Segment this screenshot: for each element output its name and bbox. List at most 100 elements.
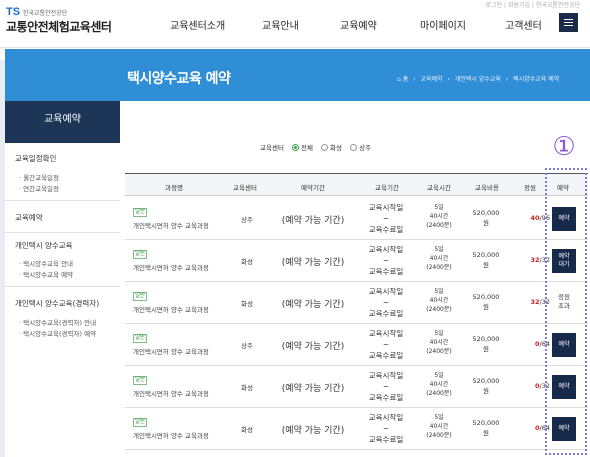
hours-days: 5일 xyxy=(434,330,444,337)
sidebar-divider xyxy=(5,286,120,287)
booking-period: (예약 가능 기간) xyxy=(281,384,345,394)
nav-item-center-intro[interactable]: 교육센터소개 xyxy=(170,17,225,32)
edu-start: 교육시작일 xyxy=(368,371,404,380)
edu-tilde: ~ xyxy=(382,214,390,223)
sidebar-sub-experienced-info[interactable]: · 택시양수교육(경력자) 안내 xyxy=(19,317,96,327)
fee-amount: 520,000 xyxy=(472,209,500,217)
sidebar-sub-experienced-booking[interactable]: · 택시양수교육(경력자) 예약 xyxy=(19,328,96,338)
center-name: 상주 xyxy=(241,342,253,350)
edu-end: 교육수료일 xyxy=(368,267,404,276)
edu-start: 교육시작일 xyxy=(368,329,404,338)
table-row: 일반 개인택시면허 양수 교육과정 화성 (예약 가능 기간) 교육시작일 ~ 교육수료일 5… xyxy=(125,240,588,282)
edu-tilde: ~ xyxy=(382,256,390,265)
table-row: 일반 개인택시면허 양수 교육과정 화성 (예약 가능 기간) 교육시작일 ~ 교육수료일 5… xyxy=(125,282,588,324)
sidebar-sub-taxi-info[interactable]: · 택시양수교육 안내 xyxy=(19,258,73,268)
course-type-badge: 일반 xyxy=(133,334,148,343)
edu-start: 교육시작일 xyxy=(368,287,404,296)
edu-end: 교육수료일 xyxy=(368,225,404,234)
course-name: 개인택시면허 양수 교육과정 xyxy=(133,264,209,272)
utility-links[interactable]: 로그인 | 회원가입 | 한국교통안전공단 xyxy=(486,0,580,9)
breadcrumb-current: 택시양수교육 예약 xyxy=(513,76,560,83)
breadcrumb-taxi-course[interactable]: 개인택시 양수교육 xyxy=(455,76,501,83)
course-name: 개인택시면허 양수 교육과정 xyxy=(133,348,209,356)
breadcrumb-separator: › xyxy=(505,76,509,83)
fee-unit: 원 xyxy=(483,219,489,227)
logo-subtitle: 한국교통안전공단 xyxy=(23,10,68,17)
hours-minutes: (2400분) xyxy=(426,390,452,397)
col-center: 교육센터 xyxy=(233,184,257,192)
capacity: 32/32 xyxy=(508,298,550,306)
center-name: 상주 xyxy=(241,216,253,224)
center-filter: 교육센터 전체 화성 상주 xyxy=(260,142,371,152)
hours-minutes: (2400분) xyxy=(426,348,452,355)
breadcrumb-edu-booking[interactable]: 교육예약 xyxy=(421,76,443,83)
edu-start: 교육시작일 xyxy=(368,245,404,254)
capacity-current: 32 xyxy=(530,256,540,264)
hours-total: 40시간 xyxy=(429,423,449,430)
breadcrumb-separator: › xyxy=(413,76,416,83)
hours-total: 40시간 xyxy=(429,255,449,262)
page-banner: 택시양수교육 예약 ⌂ 홈 › 교육예약 › 개인택시 양수교육 › 택시양수교… xyxy=(5,49,590,101)
edu-period: 교육시작일 ~ 교육수료일 xyxy=(357,244,415,277)
edu-fee: 520,000 원 xyxy=(466,292,506,312)
hours-total: 40시간 xyxy=(429,297,449,304)
sidebar-item-schedule[interactable]: 교육일정확인 xyxy=(15,153,56,164)
booking-period: (예약 가능 기간) xyxy=(281,300,345,310)
nav-item-edu-booking[interactable]: 교육예약 xyxy=(340,17,377,32)
radio-hwaseong[interactable] xyxy=(321,144,329,151)
table-row: 일반 개인택시면허 양수 교육과정 상주 (예약 가능 기간) 교육시작일 ~ 교육수료일 5… xyxy=(125,324,588,366)
fee-unit: 원 xyxy=(483,429,489,437)
fee-unit: 원 xyxy=(483,303,489,311)
fee-unit: 원 xyxy=(483,387,489,395)
hours-total: 40시간 xyxy=(429,339,449,346)
sidebar-item-booking[interactable]: 교육예약 xyxy=(15,212,43,223)
radio-all[interactable] xyxy=(292,144,299,151)
nav-item-support[interactable]: 고객센터 xyxy=(505,17,542,32)
sidebar-item-taxi-course[interactable]: 개인택시 양수교육 xyxy=(15,240,73,251)
sidebar-sub-monthly[interactable]: · 월간교육일정 xyxy=(19,172,59,182)
fee-unit: 원 xyxy=(483,345,489,353)
edu-hours: 5일 40시간 (2400분) xyxy=(416,371,462,398)
capacity: 0/64 xyxy=(508,424,550,432)
center-name: 화성 xyxy=(241,426,253,434)
fee-amount: 520,000 xyxy=(472,293,500,301)
annotation-highlight-box xyxy=(545,168,587,455)
annotation-marker: ① xyxy=(552,132,576,162)
breadcrumb: ⌂ 홈 › 교육예약 › 개인택시 양수교육 › 택시양수교육 예약 xyxy=(397,74,562,83)
course-name: 개인택시면허 양수 교육과정 xyxy=(133,432,209,440)
nav-item-edu-info[interactable]: 교육안내 xyxy=(262,17,299,32)
col-capacity: 정원 xyxy=(524,184,536,192)
course-type-badge: 일반 xyxy=(133,418,148,427)
radio-sangju[interactable] xyxy=(350,144,358,151)
edu-start: 교육시작일 xyxy=(368,413,404,422)
sidebar-sub-yearly[interactable]: · 연간교육일정 xyxy=(19,183,59,193)
edu-fee: 520,000 원 xyxy=(466,376,506,396)
center-name: 화성 xyxy=(241,300,253,308)
fee-unit: 원 xyxy=(483,261,489,269)
nav-item-mypage[interactable]: 마이페이지 xyxy=(420,17,466,32)
edu-end: 교육수료일 xyxy=(368,351,404,360)
sidebar-item-taxi-course-experienced[interactable]: 개인택시 양수교육(경력자) xyxy=(15,298,99,309)
edu-hours: 5일 40시간 (2400분) xyxy=(416,245,462,272)
table-row: 일반 개인택시면허 양수 교육과정 상주 (예약 가능 기간) 교육시작일 ~ 교육수료일 5… xyxy=(125,198,588,240)
fee-amount: 520,000 xyxy=(472,335,500,343)
fee-amount: 520,000 xyxy=(472,419,500,427)
col-booking-period: 예약기간 xyxy=(301,184,325,192)
course-type-badge: 일반 xyxy=(133,250,148,259)
course-name: 개인택시면허 양수 교육과정 xyxy=(133,222,209,230)
capacity: 0/64 xyxy=(508,340,550,348)
breadcrumb-home[interactable]: ⌂ 홈 xyxy=(397,76,408,83)
capacity-current: 40 xyxy=(530,214,540,222)
hamburger-menu-icon[interactable] xyxy=(559,13,578,32)
edu-end: 교육수료일 xyxy=(368,393,404,402)
table-row: 일반 개인택시면허 양수 교육과정 화성 (예약 가능 기간) 교육시작일 ~ 교육수료일 5… xyxy=(125,408,588,450)
sidebar-sub-taxi-booking[interactable]: · 택시양수교육 예약 xyxy=(19,269,73,279)
hours-total: 40시간 xyxy=(429,381,449,388)
center-name: 화성 xyxy=(241,384,253,392)
edu-tilde: ~ xyxy=(382,298,390,307)
radio-label-hwaseong[interactable]: 화성 xyxy=(330,144,342,152)
booking-period: (예약 가능 기간) xyxy=(281,342,345,352)
edu-period: 교육시작일 ~ 교육수료일 xyxy=(357,412,415,445)
radio-label-sangju[interactable]: 상주 xyxy=(359,144,371,152)
radio-label-all[interactable]: 전체 xyxy=(301,144,313,152)
